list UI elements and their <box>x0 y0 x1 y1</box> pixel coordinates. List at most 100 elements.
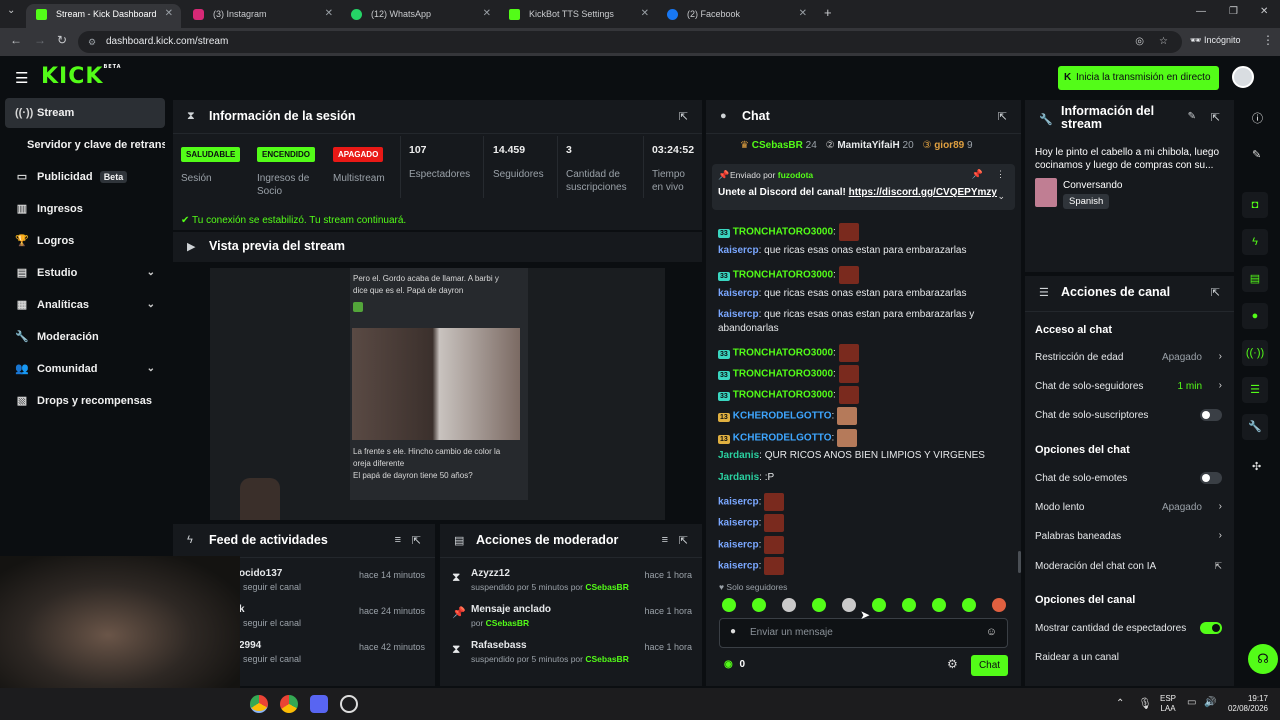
chat-username[interactable]: kaisercp <box>718 288 759 299</box>
send-chat-button[interactable]: Chat <box>971 655 1008 676</box>
popout-icon[interactable]: ⇱ <box>1211 286 1220 299</box>
sidebar-item-drops[interactable]: ▧ Drops y recompensas <box>5 386 165 416</box>
document-icon[interactable]: ▤ <box>1242 266 1268 292</box>
language-indicator[interactable]: ESP LAA <box>1160 694 1176 714</box>
channel-points[interactable]: ◉ 0 <box>724 659 745 670</box>
subs-only-toggle[interactable] <box>1200 409 1222 421</box>
emotes-only-toggle[interactable] <box>1200 472 1222 484</box>
minimize-icon[interactable]: — <box>1196 6 1206 17</box>
pinned-user[interactable]: fuzodota <box>778 170 813 180</box>
mod-name[interactable]: CSebasBR <box>585 654 628 664</box>
sidebar-item-achievements[interactable]: 🏆 Logros <box>5 226 165 256</box>
chat-scrollbar[interactable] <box>1018 551 1021 573</box>
more-options-icon[interactable]: ⋮ <box>996 169 1005 180</box>
avatar[interactable] <box>1232 66 1254 88</box>
new-tab-icon[interactable]: + <box>824 5 832 20</box>
back-icon[interactable]: ← <box>10 33 22 47</box>
chat-username[interactable]: KCHERODELGOTTO <box>733 411 832 422</box>
sidebar-item-server-key[interactable]: Servidor y clave de retransmisión <box>5 130 165 160</box>
emote-icon[interactable] <box>842 598 856 612</box>
edit-pencil-icon[interactable]: ✎ <box>1252 148 1261 161</box>
chat-username[interactable]: TRONCHATORO3000 <box>733 348 833 359</box>
setting-raid[interactable]: Raidear a un canal <box>1025 652 1234 680</box>
emote-icon[interactable] <box>872 598 886 612</box>
emote-icon[interactable] <box>992 598 1006 612</box>
tab-instagram[interactable]: (3) Instagram ✕ <box>183 4 341 28</box>
filter-icon[interactable]: ≡ <box>662 534 668 546</box>
window-close-icon[interactable]: ✕ <box>1260 6 1268 17</box>
address-bar[interactable]: ⚙ dashboard.kick.com/stream ◎ ☆ <box>78 31 1182 53</box>
close-icon[interactable]: ✕ <box>483 4 491 24</box>
camera-icon[interactable]: ◘ <box>1242 192 1268 218</box>
wrench-icon[interactable]: 🔧 <box>1242 414 1268 440</box>
tab-whatsapp[interactable]: (12) WhatsApp ✕ <box>341 4 499 28</box>
chat-username[interactable]: Jardanis <box>718 450 759 461</box>
help-headset-icon[interactable]: ☊ <box>1248 644 1278 674</box>
setting-banned-words[interactable]: Palabras baneadas › <box>1025 530 1234 559</box>
puzzle-icon[interactable]: ✣ <box>1252 460 1261 473</box>
sidebar-item-stream[interactable]: ((·)) Stream <box>5 98 165 128</box>
gifter-name[interactable]: MamitaYifaiH <box>837 140 899 151</box>
close-icon[interactable]: ✕ <box>165 4 173 24</box>
tab-kick-dashboard[interactable]: Stream - Kick Dashboard ✕ <box>26 4 181 28</box>
sidebar-item-analytics[interactable]: ▦ Analíticas ⌄ <box>5 290 165 320</box>
obs-taskbar-icon[interactable] <box>340 695 358 713</box>
filter-icon[interactable]: ≡ <box>395 534 401 546</box>
sidebar-item-studio[interactable]: ▤ Estudio ⌄ <box>5 258 165 288</box>
browser-menu-icon[interactable]: ⋮ <box>1262 33 1274 47</box>
tab-kickbot[interactable]: KickBot TTS Settings ✕ <box>499 4 657 28</box>
tab-search-icon[interactable]: ⌄ <box>7 5 15 16</box>
chat-username[interactable]: TRONCHATORO3000 <box>733 227 833 238</box>
gifter-name[interactable]: CSebasBR <box>752 140 803 151</box>
broadcast-icon[interactable]: ((·)) <box>1242 340 1268 366</box>
chat-username[interactable]: Jardanis <box>718 472 759 483</box>
stream-video[interactable]: Pero el. Gordo acaba de llamar. A barbi … <box>210 268 665 520</box>
chat-username[interactable]: kaisercp <box>718 518 759 529</box>
setting-slow-mode[interactable]: Modo lento Apagado › <box>1025 501 1234 530</box>
bookmark-star-icon[interactable]: ☆ <box>1159 31 1168 53</box>
chrome-profile-taskbar-icon[interactable] <box>280 695 298 713</box>
maximize-icon[interactable]: ❐ <box>1229 6 1238 17</box>
clock[interactable]: 19:17 02/08/2026 <box>1222 694 1268 714</box>
chat-username[interactable]: TRONCHATORO3000 <box>733 390 833 401</box>
emoji-picker-icon[interactable]: ☺ <box>986 626 997 638</box>
sliders-icon[interactable]: ☰ <box>1242 377 1268 403</box>
emote-icon[interactable] <box>782 598 796 612</box>
chat-username[interactable]: TRONCHATORO3000 <box>733 270 833 281</box>
chrome-taskbar-icon[interactable] <box>250 695 268 713</box>
chevron-down-icon[interactable]: ⌄ <box>997 191 1005 202</box>
emote-icon[interactable] <box>752 598 766 612</box>
network-icon[interactable]: ▭ <box>1187 697 1196 708</box>
tab-facebook[interactable]: (2) Facebook ✕ <box>657 4 815 28</box>
reload-icon[interactable]: ↻ <box>57 33 67 47</box>
bolt-icon[interactable]: ϟ <box>1242 229 1268 255</box>
setting-age-restriction[interactable]: Restricción de edad Apagado › <box>1025 351 1234 380</box>
emote-icon[interactable] <box>722 598 736 612</box>
sidebar-item-revenue[interactable]: ▥ Ingresos <box>5 194 165 224</box>
chat-username[interactable]: kaisercp <box>718 497 759 508</box>
popout-icon[interactable]: ⇱ <box>679 534 688 547</box>
chat-username[interactable]: kaisercp <box>718 245 759 256</box>
volume-icon[interactable]: 🔊 <box>1204 697 1216 708</box>
chat-settings-icon[interactable]: ⚙ <box>947 657 958 671</box>
hamburger-menu-icon[interactable]: ☰ <box>15 69 28 87</box>
site-info-icon[interactable]: ⚙ <box>88 31 96 53</box>
close-icon[interactable]: ✕ <box>799 4 807 24</box>
eye-off-icon[interactable]: ◎ <box>1135 31 1144 53</box>
chat-username[interactable]: kaisercp <box>718 309 759 320</box>
emote-icon[interactable] <box>932 598 946 612</box>
gifter-name[interactable]: gior89 <box>934 140 964 151</box>
start-stream-button[interactable]: K Inicia la transmisión en directo <box>1058 66 1219 90</box>
discord-taskbar-icon[interactable] <box>310 695 328 713</box>
sidebar-item-community[interactable]: 👥 Comunidad ⌄ <box>5 354 165 384</box>
pinned-message[interactable]: 📌 Enviado por fuzodota 📌 ⋮ Unete al Disc… <box>712 164 1015 210</box>
emote-icon[interactable] <box>902 598 916 612</box>
unpin-icon[interactable]: 📌 <box>972 169 983 180</box>
tray-chevron-up-icon[interactable]: ⌃ <box>1116 698 1124 709</box>
chat-username[interactable]: TRONCHATORO3000 <box>733 369 833 380</box>
pinned-link[interactable]: https://discord.gg/CVQEPYmzy <box>849 187 997 198</box>
incognito-indicator[interactable]: 🕶 Incógnito <box>1190 35 1240 46</box>
sidebar-item-advertising[interactable]: ▭ Publicidad Beta <box>5 162 165 192</box>
chat-input[interactable]: ● Enviar un mensaje ☺ <box>719 618 1008 648</box>
setting-followers-only[interactable]: Chat de solo-seguidores 1 min › <box>1025 380 1234 409</box>
